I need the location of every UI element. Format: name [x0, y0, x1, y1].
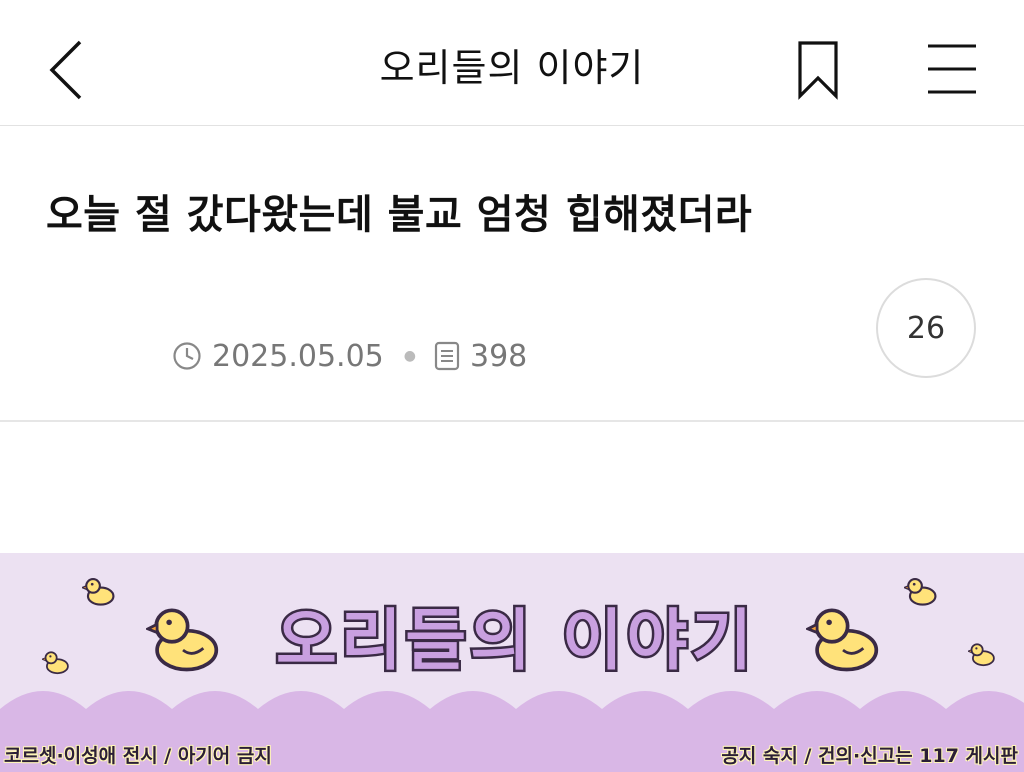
- duck-left-icon: [146, 608, 219, 672]
- section-divider: [0, 420, 1024, 422]
- bookmark-icon: [798, 41, 838, 100]
- small-duck-icon: [42, 651, 69, 675]
- meta-separator: ●: [403, 348, 416, 364]
- comment-count-button[interactable]: 26: [876, 278, 976, 378]
- small-duck-icon: [904, 578, 937, 606]
- menu-button[interactable]: [920, 40, 984, 98]
- post-meta: 2025.05.05 ● 398: [172, 334, 527, 378]
- view-count: 398: [470, 338, 528, 374]
- top-app-bar: 오리들의 이야기: [0, 0, 1024, 126]
- banner-title-text: 오리들의 이야기: [276, 602, 756, 679]
- small-duck-icon: [968, 643, 995, 667]
- bookmark-button[interactable]: [792, 38, 844, 102]
- banner-title: 오리들의 이야기: [273, 600, 756, 682]
- small-duck-icon: [82, 578, 115, 606]
- post-title: 오늘 절 갔다왔는데 불교 엄청 힙해졌더라: [46, 192, 753, 238]
- hamburger-menu-icon: [928, 44, 976, 94]
- board-banner: 오리들의 이야기 코르셋·이성애 전시 / 아기어 금지 공지 숙지 / 건의·…: [0, 553, 1024, 772]
- chevron-left-icon: [49, 40, 82, 100]
- duck-right-icon: [806, 608, 879, 672]
- views-icon: [434, 341, 460, 371]
- post-date: 2025.05.05: [212, 338, 384, 374]
- back-button[interactable]: [40, 36, 100, 106]
- banner-rule-left: 코르셋·이성애 전시 / 아기어 금지: [4, 745, 272, 767]
- clock-icon: [173, 342, 201, 370]
- banner-rule-right: 공지 숙지 / 건의·신고는 117 게시판: [721, 745, 1018, 767]
- page-title: 오리들의 이야기: [379, 46, 645, 90]
